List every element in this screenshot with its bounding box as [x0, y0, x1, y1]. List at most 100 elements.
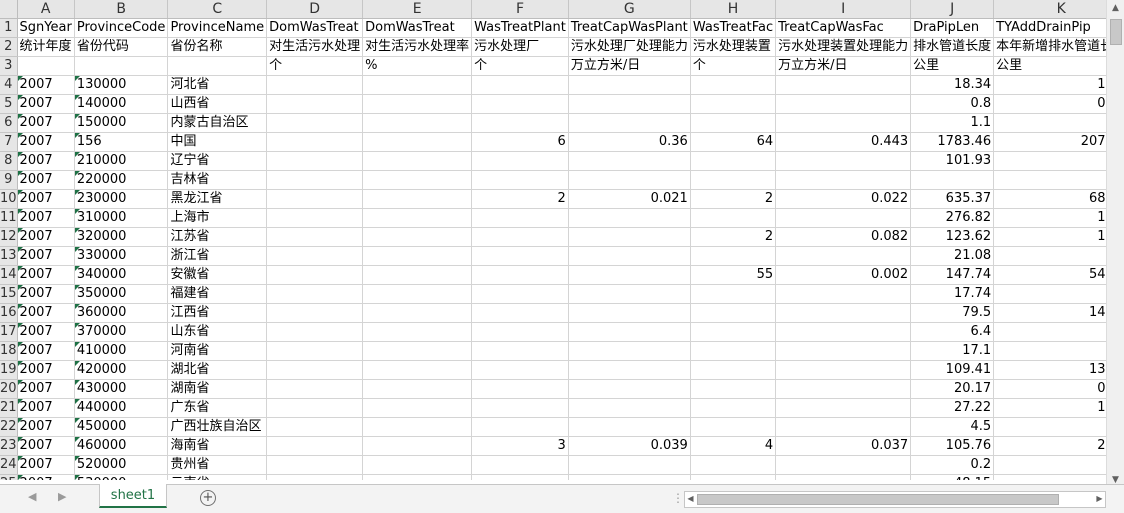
- row-header[interactable]: 18: [0, 341, 18, 361]
- cell-c18[interactable]: 河南省: [167, 341, 268, 361]
- cell-d9[interactable]: [266, 170, 364, 190]
- cell-g21[interactable]: [568, 398, 691, 418]
- cell-g15[interactable]: [568, 284, 691, 304]
- column-header-f[interactable]: F: [471, 0, 569, 19]
- cell-j25[interactable]: 48.15: [910, 474, 995, 480]
- cell-k18[interactable]: 3: [993, 341, 1106, 361]
- cell-d11[interactable]: [266, 208, 364, 228]
- cell-f20[interactable]: [471, 379, 569, 399]
- cell-k7[interactable]: 207.13: [993, 132, 1106, 152]
- cell-c17[interactable]: 山东省: [167, 322, 268, 342]
- cell-f2[interactable]: 污水处理厂: [471, 37, 569, 57]
- cell-a25[interactable]: 2007: [17, 474, 75, 480]
- prev-sheet-icon[interactable]: ◀: [28, 490, 36, 503]
- horizontal-scroll-thumb[interactable]: [697, 494, 1059, 505]
- cell-g1[interactable]: TreatCapWasPlant: [568, 18, 691, 38]
- cell-a23[interactable]: 2007: [17, 436, 75, 456]
- cell-i2[interactable]: 污水处理装置处理能力: [775, 37, 912, 57]
- cell-i25[interactable]: [775, 474, 912, 480]
- cell-i18[interactable]: [775, 341, 912, 361]
- cell-d2[interactable]: 对生活污水处理: [266, 37, 364, 57]
- cell-k12[interactable]: 11.7: [993, 227, 1106, 247]
- cell-g12[interactable]: [568, 227, 691, 247]
- cell-f5[interactable]: [471, 94, 569, 114]
- cell-j8[interactable]: 101.93: [910, 151, 995, 171]
- cell-e17[interactable]: [362, 322, 473, 342]
- cell-e12[interactable]: [362, 227, 473, 247]
- cell-k3[interactable]: 公里: [993, 56, 1106, 76]
- cell-b23[interactable]: 460000: [74, 436, 169, 456]
- cell-k17[interactable]: 0.8: [993, 322, 1106, 342]
- cell-e21[interactable]: [362, 398, 473, 418]
- row-header[interactable]: 5: [0, 94, 18, 114]
- column-header-g[interactable]: G: [568, 0, 691, 19]
- cell-b1[interactable]: ProvinceCode: [74, 18, 169, 38]
- cell-k9[interactable]: [993, 170, 1106, 190]
- cell-j21[interactable]: 27.22: [910, 398, 995, 418]
- cell-f8[interactable]: [471, 151, 569, 171]
- cell-f16[interactable]: [471, 303, 569, 323]
- cell-a2[interactable]: 统计年度: [17, 37, 75, 57]
- cell-a1[interactable]: SgnYear: [17, 18, 75, 38]
- cell-j18[interactable]: 17.1: [910, 341, 995, 361]
- cell-j5[interactable]: 0.8: [910, 94, 995, 114]
- cell-f21[interactable]: [471, 398, 569, 418]
- row-header[interactable]: 19: [0, 360, 18, 380]
- row-header[interactable]: 7: [0, 132, 18, 152]
- cell-i14[interactable]: 0.002: [775, 265, 912, 285]
- cell-g6[interactable]: [568, 113, 691, 133]
- cell-g3[interactable]: 万立方米/日: [568, 56, 691, 76]
- cell-j3[interactable]: 公里: [910, 56, 995, 76]
- cell-k19[interactable]: 13.02: [993, 360, 1106, 380]
- cell-a12[interactable]: 2007: [17, 227, 75, 247]
- row-header[interactable]: 3: [0, 56, 18, 76]
- cell-b13[interactable]: 330000: [74, 246, 169, 266]
- row-header[interactable]: 14: [0, 265, 18, 285]
- cell-d19[interactable]: [266, 360, 364, 380]
- cell-d6[interactable]: [266, 113, 364, 133]
- cell-d15[interactable]: [266, 284, 364, 304]
- column-header-e[interactable]: E: [362, 0, 473, 19]
- cell-h24[interactable]: [690, 455, 777, 475]
- cell-d14[interactable]: [266, 265, 364, 285]
- cell-c12[interactable]: 江苏省: [167, 227, 268, 247]
- cell-k5[interactable]: 0.01: [993, 94, 1106, 114]
- cell-c16[interactable]: 江西省: [167, 303, 268, 323]
- cell-a11[interactable]: 2007: [17, 208, 75, 228]
- cell-e23[interactable]: [362, 436, 473, 456]
- row-header[interactable]: 2: [0, 37, 18, 57]
- cell-h16[interactable]: [690, 303, 777, 323]
- cell-k21[interactable]: 1.98: [993, 398, 1106, 418]
- add-sheet-button[interactable]: +: [200, 490, 216, 506]
- cell-b24[interactable]: 520000: [74, 455, 169, 475]
- cell-g13[interactable]: [568, 246, 691, 266]
- cell-j19[interactable]: 109.41: [910, 360, 995, 380]
- cell-i1[interactable]: TreatCapWasFac: [775, 18, 912, 38]
- cell-a20[interactable]: 2007: [17, 379, 75, 399]
- cell-i22[interactable]: [775, 417, 912, 437]
- cell-c21[interactable]: 广东省: [167, 398, 268, 418]
- cell-c25[interactable]: 云南省: [167, 474, 268, 480]
- cell-c23[interactable]: 海南省: [167, 436, 268, 456]
- cell-i5[interactable]: [775, 94, 912, 114]
- cell-a3[interactable]: [17, 56, 75, 76]
- cell-g10[interactable]: 0.021: [568, 189, 691, 209]
- cell-e4[interactable]: [362, 75, 473, 95]
- cell-j2[interactable]: 排水管道长度: [910, 37, 995, 57]
- column-header-a[interactable]: A: [17, 0, 75, 19]
- cell-i12[interactable]: 0.082: [775, 227, 912, 247]
- cell-a5[interactable]: 2007: [17, 94, 75, 114]
- cell-k22[interactable]: 3: [993, 417, 1106, 437]
- cell-e24[interactable]: [362, 455, 473, 475]
- cell-e20[interactable]: [362, 379, 473, 399]
- cell-h5[interactable]: [690, 94, 777, 114]
- row-header[interactable]: 10: [0, 189, 18, 209]
- row-header[interactable]: 24: [0, 455, 18, 475]
- cell-b17[interactable]: 370000: [74, 322, 169, 342]
- cell-k15[interactable]: 5.6: [993, 284, 1106, 304]
- cell-b15[interactable]: 350000: [74, 284, 169, 304]
- cell-e2[interactable]: 对生活污水处理率: [362, 37, 473, 57]
- cell-g19[interactable]: [568, 360, 691, 380]
- cell-i17[interactable]: [775, 322, 912, 342]
- column-header-b[interactable]: B: [74, 0, 169, 19]
